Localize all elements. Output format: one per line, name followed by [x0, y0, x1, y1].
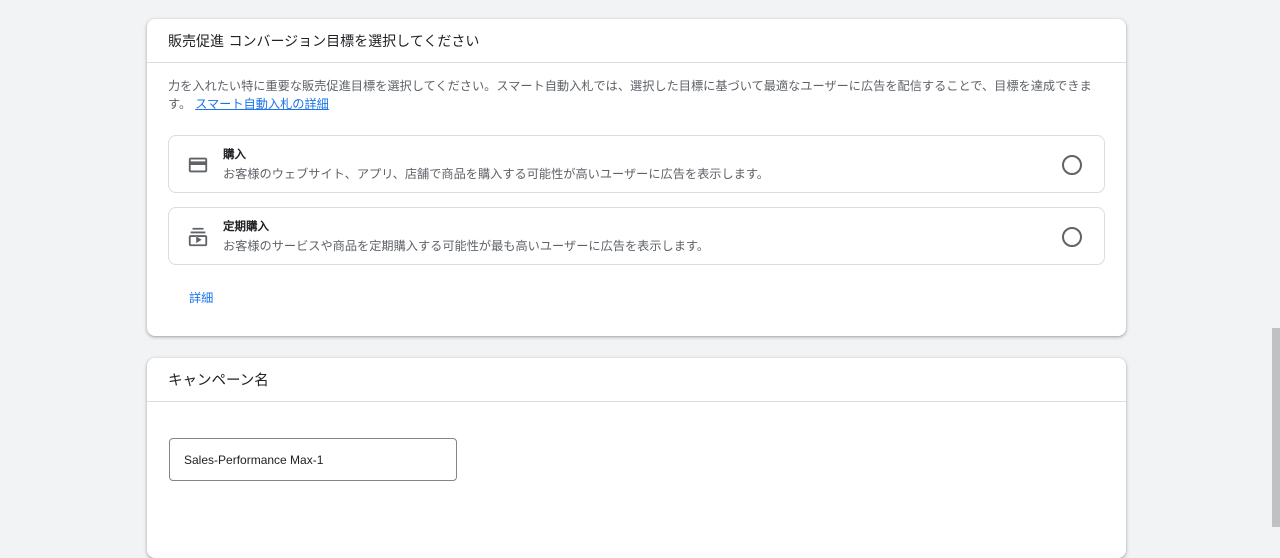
- goal-option-purchase[interactable]: 購入 お客様のウェブサイト、アプリ、店舗で商品を購入する可能性が高いユーザーに広…: [168, 135, 1105, 193]
- conversion-goal-description: 力を入れたい特に重要な販売促進目標を選択してください。スマート自動入札では、選択…: [168, 77, 1108, 113]
- goal-option-title: 購入: [223, 147, 246, 161]
- campaign-name-header: キャンペーン名: [147, 358, 1126, 402]
- subscriptions-icon: [187, 226, 209, 248]
- goal-option-title: 定期購入: [223, 219, 269, 233]
- details-link[interactable]: 詳細: [189, 288, 213, 306]
- conversion-goal-header: 販売促進 コンバージョン目標を選択してください: [147, 19, 1126, 63]
- conversion-goal-card: 販売促進 コンバージョン目標を選択してください 力を入れたい特に重要な販売促進目…: [147, 19, 1126, 336]
- goal-option-description: お客様のウェブサイト、アプリ、店舗で商品を購入する可能性が高いユーザーに広告を表…: [223, 167, 769, 181]
- page-scrollbar-thumb[interactable]: [1272, 328, 1280, 527]
- credit-card-icon: [187, 154, 209, 176]
- goal-option-radio[interactable]: [1062, 227, 1082, 247]
- campaign-name-card: キャンペーン名: [147, 358, 1126, 558]
- goal-option-subscribe[interactable]: 定期購入 お客様のサービスや商品を定期購入する可能性が最も高いユーザーに広告を表…: [168, 207, 1105, 265]
- campaign-name-input[interactable]: [169, 438, 457, 481]
- smart-bidding-learn-more-link[interactable]: スマート自動入札の詳細: [195, 97, 329, 111]
- goal-option-description: お客様のサービスや商品を定期購入する可能性が最も高いユーザーに広告を表示します。: [223, 239, 710, 253]
- goal-option-radio[interactable]: [1062, 155, 1082, 175]
